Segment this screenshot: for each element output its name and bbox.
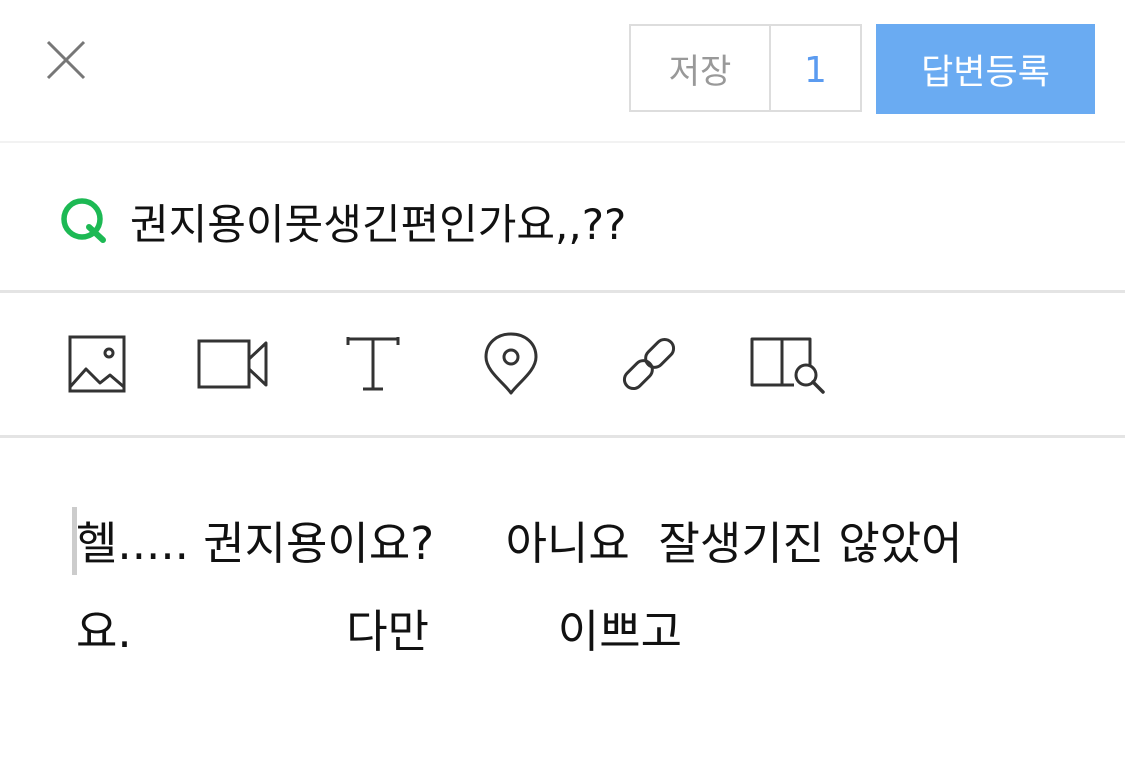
location-pin-icon bbox=[484, 332, 538, 395]
editor-line: 헬..... 권지용이요? 아니요 잘생기진 않았어 bbox=[76, 517, 963, 570]
top-bar: 저장 1 답변등록 bbox=[0, 0, 1125, 142]
insert-text-button[interactable] bbox=[344, 331, 402, 397]
saved-count[interactable]: 1 bbox=[771, 26, 860, 110]
save-group: 저장 1 bbox=[629, 24, 862, 112]
close-button[interactable] bbox=[40, 34, 92, 86]
answer-body-editor[interactable]: 헬..... 권지용이요? 아니요 잘생기진 않았어 요. 다만 이쁘고 bbox=[76, 500, 1036, 676]
insert-video-button[interactable] bbox=[196, 331, 272, 397]
submit-answer-button[interactable]: 답변등록 bbox=[876, 24, 1095, 114]
divider bbox=[0, 435, 1125, 438]
video-icon bbox=[197, 339, 268, 389]
question-title: 권지용이못생긴편인가요,,?? bbox=[130, 200, 627, 249]
insert-image-button[interactable] bbox=[66, 331, 128, 397]
q-mark-icon bbox=[61, 198, 106, 243]
question-row: 권지용이못생긴편인가요,,?? bbox=[0, 143, 1125, 291]
close-icon bbox=[46, 40, 86, 80]
editor-line: 요. 다만 이쁘고 bbox=[76, 605, 683, 658]
book-search-icon bbox=[750, 337, 825, 394]
image-icon bbox=[68, 335, 126, 393]
insert-location-button[interactable] bbox=[482, 331, 540, 397]
insert-toolbar bbox=[0, 293, 1125, 435]
answer-editor-screen: 저장 1 답변등록 권지용이못생긴편인가요,,?? 헬..... 권지용이요? … bbox=[0, 0, 1125, 760]
text-icon bbox=[346, 337, 400, 391]
link-icon bbox=[622, 337, 676, 391]
insert-link-button[interactable] bbox=[616, 331, 682, 397]
save-button[interactable]: 저장 bbox=[631, 26, 771, 110]
insert-book-button[interactable] bbox=[748, 331, 828, 397]
